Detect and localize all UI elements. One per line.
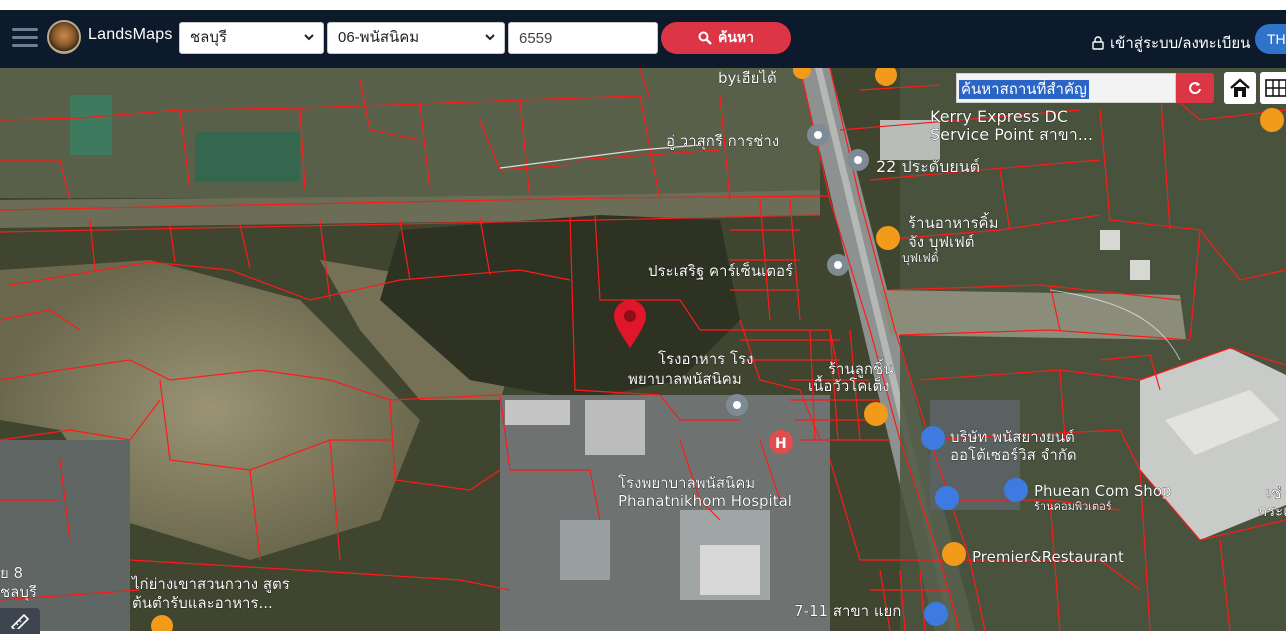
hamburger-icon[interactable] — [12, 28, 38, 50]
magnifier-icon — [698, 31, 712, 45]
map-label: 22 ประดับยนต์ — [876, 157, 980, 176]
map-label: Phanatnikhom Hospital — [618, 492, 792, 510]
map-label: พยาบาลพนัสนิคม — [628, 370, 742, 388]
pond — [70, 95, 112, 155]
map-label: ออโต้เซอร์วิส จำกัด — [950, 446, 1077, 464]
building — [505, 400, 570, 425]
shopping-icon[interactable] — [921, 426, 945, 450]
map-label: Kerry Express DC — [930, 107, 1068, 126]
home-button[interactable] — [1224, 72, 1256, 104]
map-label: ย 8 — [0, 564, 23, 582]
map-label: จัง บุฟเฟต์ — [908, 233, 975, 252]
place-search-value: ค้นหาสถานที่สำคัญ — [959, 80, 1089, 99]
restaurant-icon[interactable] — [1260, 108, 1284, 132]
login-link[interactable]: เข้าสู่ระบบ/ลงทะเบียน — [1092, 31, 1250, 55]
map-label: ประเสริฐ คาร์เซ็นเตอร์ — [648, 261, 793, 280]
language-button[interactable]: TH — [1255, 24, 1286, 54]
refresh-icon — [1189, 82, 1201, 95]
building — [585, 400, 645, 455]
navbar: LandsMaps ชลบุรี 06-พนัสนิคม ค้นหา เข้าส… — [0, 10, 1286, 68]
map-label: เนื้อวัวโคเต็ง — [808, 375, 890, 395]
district-select[interactable]: 06-พนัสนิคม — [327, 22, 505, 54]
map-label: เช่ — [1266, 484, 1281, 502]
shopping-icon[interactable] — [924, 602, 948, 626]
brand-name[interactable]: LandsMaps — [88, 26, 173, 44]
ruler-button[interactable] — [0, 608, 40, 634]
map-label: โรงอาหาร โรง — [658, 350, 753, 368]
map-label: อู่ วาสุกรี การช่าง — [666, 132, 779, 151]
top-strip — [0, 0, 1286, 10]
map-label: Premier&Restaurant — [972, 548, 1124, 566]
search-button[interactable]: ค้นหา — [661, 22, 791, 54]
map-label: ไก่ย่างเขาสวนกวาง สูตร — [131, 575, 290, 593]
province-select[interactable]: ชลบุรี — [179, 22, 324, 54]
map-label: บุฟเฟต์ — [902, 251, 939, 266]
map-label: กระเ — [1258, 502, 1286, 520]
map-label: Service Point สาขา... — [930, 125, 1093, 144]
map-label: 7-11 สาขา แยก — [794, 602, 901, 620]
map-label: ต้นตำรับและอาหาร... — [132, 594, 273, 612]
pond — [195, 132, 300, 182]
province-select-value: ชลบุรี — [190, 29, 227, 46]
restaurant-icon[interactable] — [942, 542, 966, 566]
side-road — [880, 290, 1186, 340]
map-label: บริษัท พนัสยางยนต์ — [950, 428, 1075, 446]
building — [1100, 230, 1120, 250]
map-label: Phuean Com Shop — [1034, 482, 1172, 500]
map-label: byเฮียได้ — [718, 69, 777, 87]
map-label: ร้านลูกชิ้น — [828, 358, 893, 378]
town — [0, 440, 130, 631]
grid-icon — [1265, 79, 1286, 97]
shopping-icon[interactable] — [1004, 478, 1028, 502]
map-label: ชลบุรี — [0, 583, 37, 602]
refresh-button[interactable] — [1176, 73, 1214, 103]
home-icon — [1230, 78, 1250, 97]
grid-button[interactable] — [1260, 72, 1286, 104]
building — [560, 520, 610, 580]
building — [700, 545, 760, 595]
login-label: เข้าสู่ระบบ/ลงทะเบียน — [1110, 35, 1251, 52]
chevron-down-icon — [304, 34, 314, 41]
map-canvas: H byเฮียได้ Kerry Express DC Service Poi… — [0, 68, 1286, 631]
map-label: ร้านอาหารคิ้ม — [908, 212, 998, 232]
district-select-value: 06-พนัสนิคม — [338, 29, 420, 46]
map-label: ร้านคอมพิวเตอร์ — [1034, 500, 1112, 513]
building — [1130, 260, 1150, 280]
chevron-down-icon — [485, 34, 495, 41]
shopping-icon[interactable] — [935, 486, 959, 510]
place-search-input[interactable]: ค้นหาสถานที่สำคัญ — [956, 73, 1176, 103]
map-label: โรงพยาบาลพนัสนิคม — [618, 474, 755, 492]
landsmaps-logo[interactable] — [47, 20, 81, 54]
restaurant-icon[interactable] — [876, 226, 900, 250]
ruler-icon — [10, 613, 30, 629]
lock-icon — [1092, 36, 1104, 50]
restaurant-icon[interactable] — [864, 402, 888, 426]
satellite-map[interactable]: H byเฮียได้ Kerry Express DC Service Poi… — [0, 68, 1286, 631]
search-button-label: ค้นหา — [717, 29, 755, 45]
svg-text:H: H — [775, 436, 787, 452]
parcel-number-input[interactable] — [508, 22, 658, 54]
